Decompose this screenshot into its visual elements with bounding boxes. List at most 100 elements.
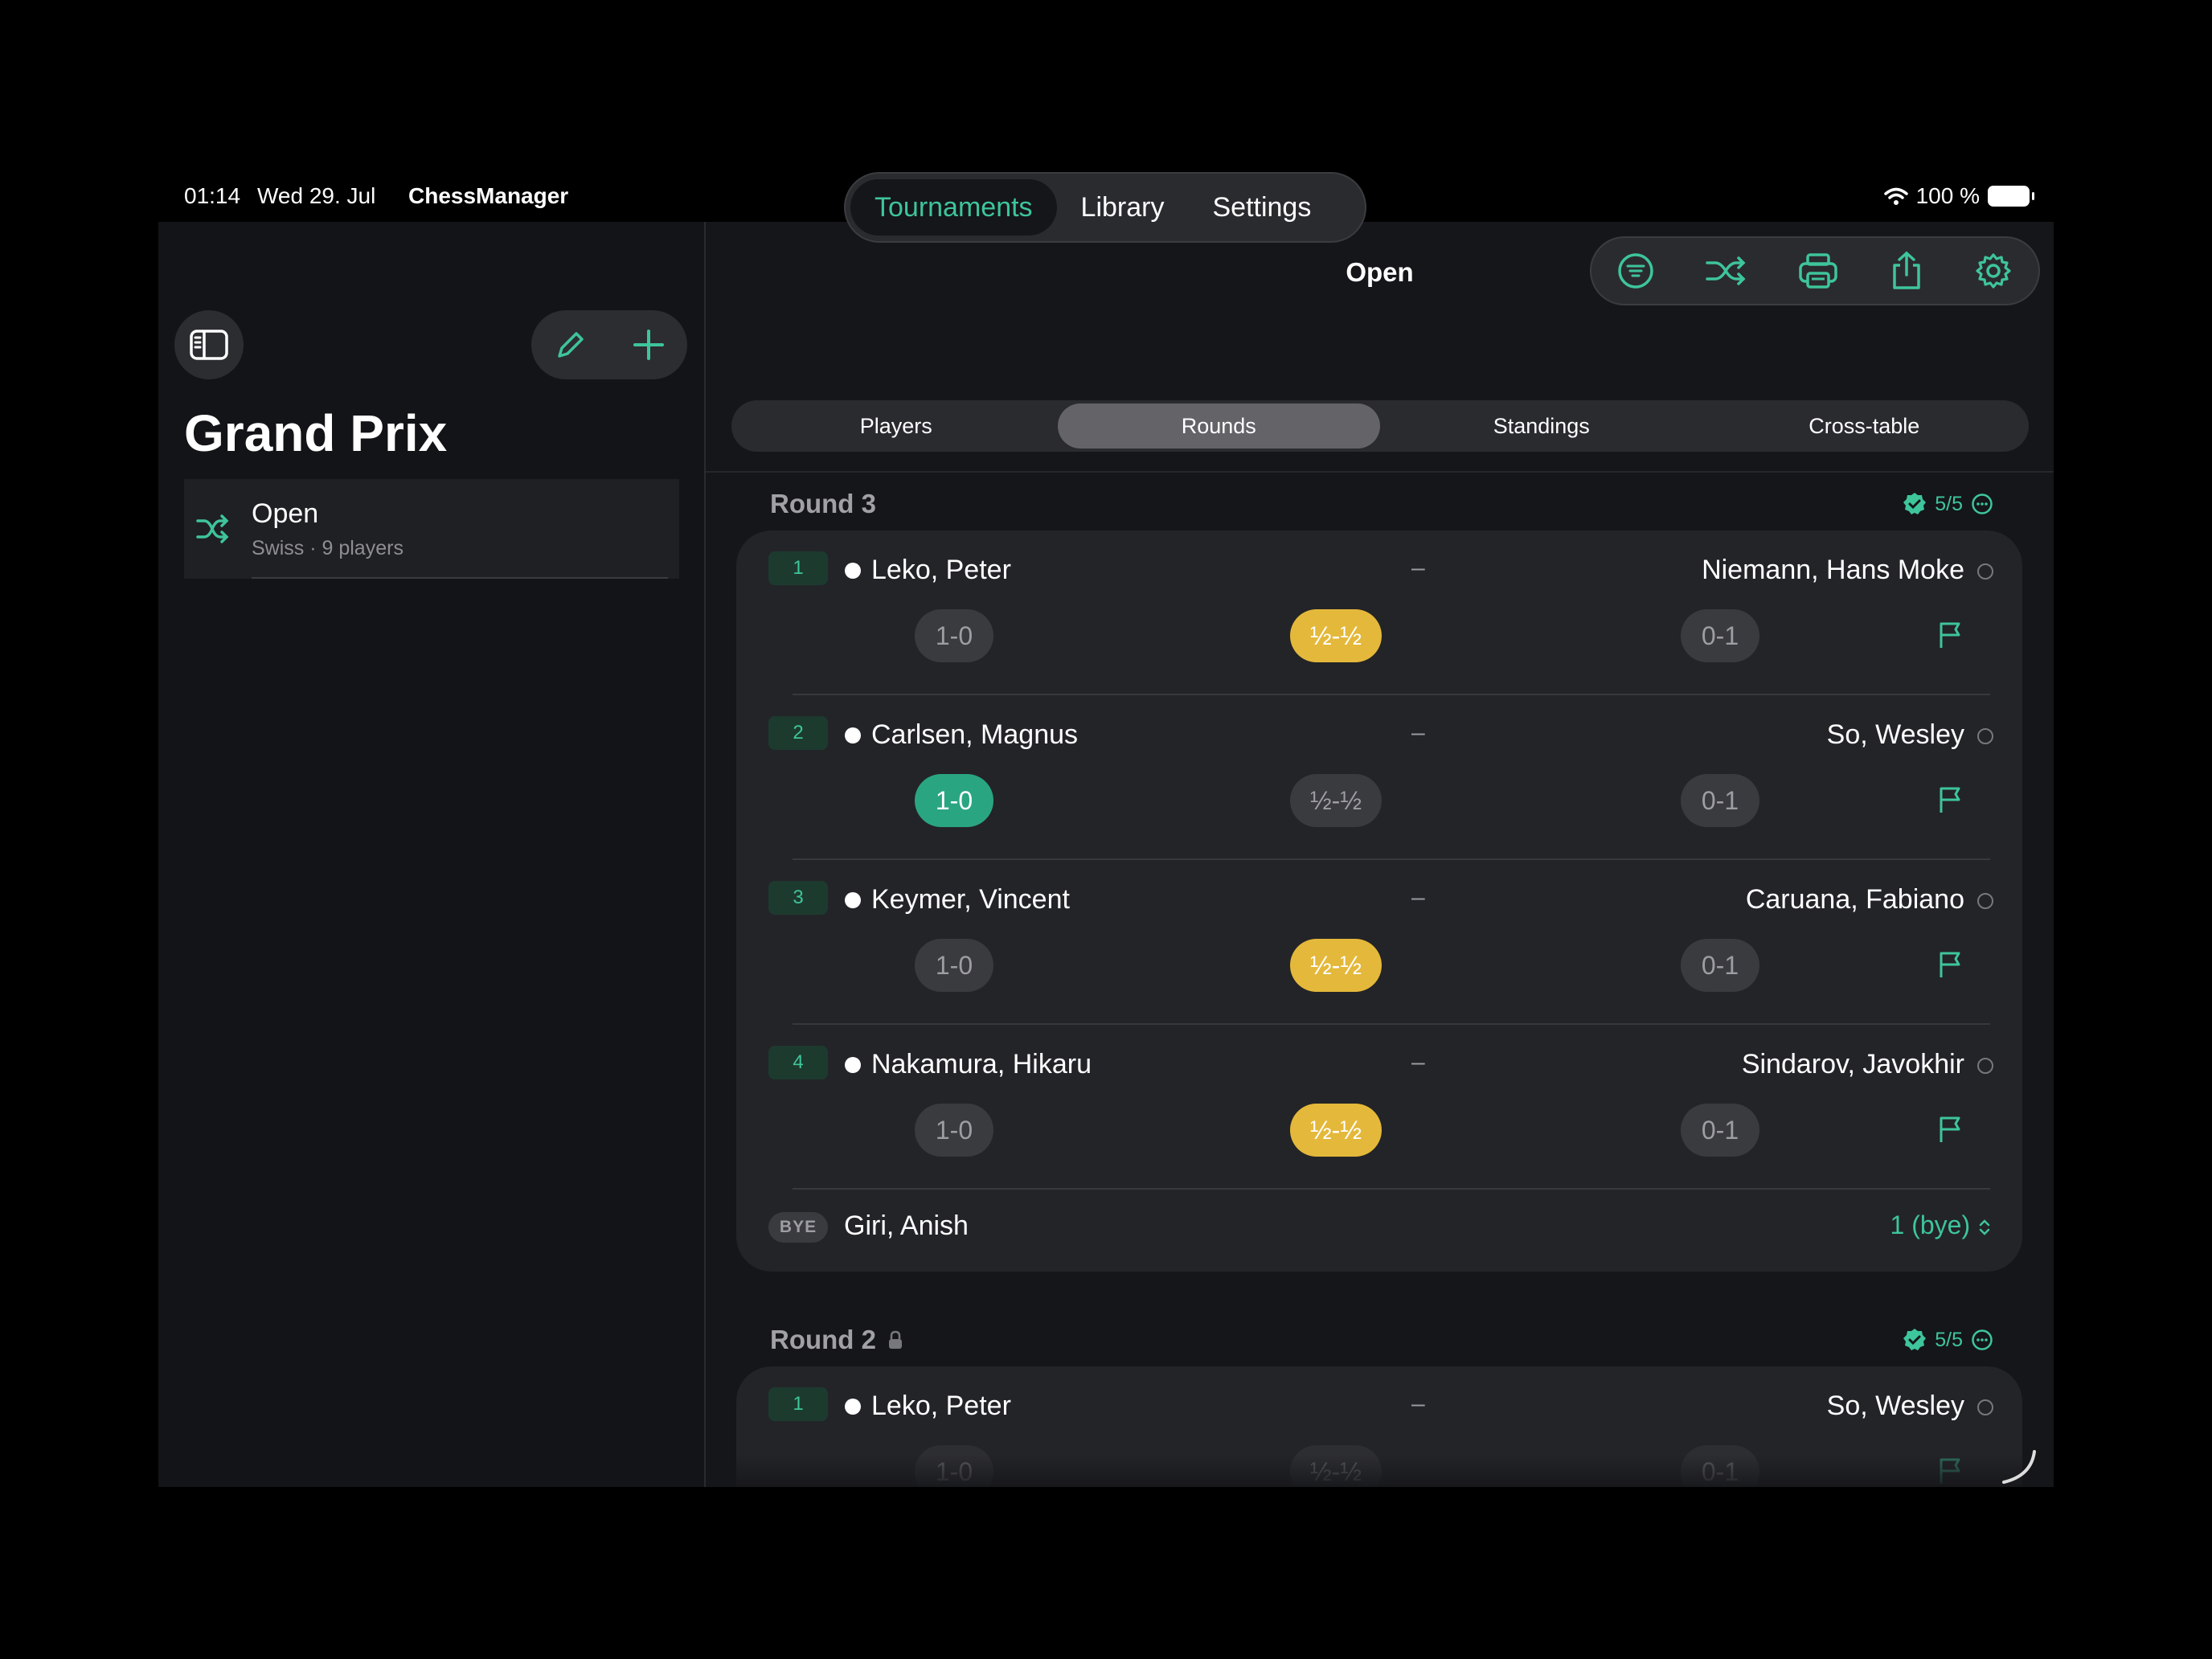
status-date: Wed 29. Jul [257,183,376,208]
share-icon[interactable] [1890,251,1923,291]
divider [252,577,668,579]
more-icon[interactable] [1971,1329,1993,1351]
black-player-name: So, Wesley [1826,1391,1964,1421]
board-number: 1 [768,551,828,585]
result-dash: – [1411,719,1425,746]
battery-icon [1988,186,2034,207]
white-piece-icon [845,1399,861,1415]
view-segmented-control: Players Rounds Standings Cross-table [731,400,2029,452]
white-player-name: Leko, Peter [871,1391,1011,1421]
round-title: Round 2 [770,1325,876,1354]
plus-icon[interactable] [633,329,665,361]
round-progress: 5/5 [1935,492,1963,515]
result-dash: – [1411,555,1425,581]
pencil-icon[interactable] [555,329,587,361]
round-status: 5/5 [1903,1328,1993,1352]
pairing-row: 2 Carlsen, Magnus – So, Wesley 1-0 ½-½ 0… [736,695,2022,860]
tab-settings[interactable]: Settings [1188,179,1335,236]
result-draw-button[interactable]: ½-½ [1290,774,1382,827]
print-icon[interactable] [1798,252,1838,289]
black-player-name: Caruana, Fabiano [1745,884,1964,915]
filter-icon[interactable] [1617,252,1654,289]
sidebar-item-subtitle: Swiss · 9 players [252,537,403,559]
bye-result-picker[interactable]: 1 (bye) [1890,1210,1992,1240]
round-header: Round 2 [770,1325,903,1355]
top-tabs: Tournaments Library Settings [844,172,1366,243]
status-indicators: 100 % [1883,183,2034,209]
black-player-name: Niemann, Hans Moke [1702,555,1964,585]
status-app-name: ChessManager [408,183,569,208]
result-white-wins-button[interactable]: 1-0 [915,774,993,827]
sidebar-toggle-button[interactable] [174,310,244,379]
tab-library[interactable]: Library [1057,179,1189,236]
pairing-row: 3 Keymer, Vincent – Caruana, Fabiano 1-0… [736,860,2022,1025]
white-piece-icon [845,727,861,743]
segment-rounds[interactable]: Rounds [1057,403,1380,449]
more-icon[interactable] [1971,493,1993,515]
pairing-row: 1 Leko, Peter – Niemann, Hans Moke 1-0 ½… [736,530,2022,695]
battery-percent: 100 % [1915,183,1980,208]
bye-player-name: Giri, Anish [844,1210,969,1241]
flag-icon[interactable] [1936,1115,1965,1144]
flag-icon[interactable] [1936,621,1965,649]
sidebar-item-title: Open [252,498,319,529]
lock-icon [888,1330,902,1349]
black-piece-icon [1977,1058,1993,1074]
result-dash: – [1411,884,1425,911]
board-number: 4 [768,1046,828,1079]
corner-indicator [2002,1450,2036,1484]
flag-icon[interactable] [1936,785,1965,814]
round-header: Round 3 [770,489,876,519]
pairing-row: 4 Nakamura, Hikaru – Sindarov, Javokhir … [736,1025,2022,1190]
board-number: 1 [768,1387,828,1421]
result-white-wins-button[interactable]: 1-0 [915,609,993,662]
white-piece-icon [845,1057,861,1073]
bye-badge: BYE [768,1212,828,1243]
white-piece-icon [845,563,861,579]
black-piece-icon [1977,563,1993,580]
white-player-name: Leko, Peter [871,555,1011,585]
result-white-wins-button[interactable]: 1-0 [915,939,993,992]
white-player-name: Carlsen, Magnus [871,719,1079,750]
segment-players[interactable]: Players [735,403,1058,449]
tab-tournaments[interactable]: Tournaments [850,179,1057,236]
toolbar [1590,236,2040,305]
black-player-name: So, Wesley [1826,719,1964,750]
round-progress: 5/5 [1935,1328,1963,1351]
main-pane: Tournaments Library Settings Open Player… [706,172,2054,1487]
round-card: 1 Leko, Peter – Niemann, Hans Moke 1-0 ½… [736,530,2022,1272]
segment-standings[interactable]: Standings [1380,403,1703,449]
wifi-icon [1883,187,1908,205]
sidebar: Grand Prix Open Swiss · 9 players [158,222,704,1487]
round-title: Round 3 [770,489,876,518]
device-screen: 01:14 Wed 29. Jul ChessManager 100 % Gra… [158,170,2054,1487]
sidebar-actions [531,310,687,379]
verified-check-icon [1903,493,1927,514]
scroll-fade [706,1455,2054,1487]
chevron-up-down-icon [1979,1219,1990,1235]
sidebar-item-open[interactable]: Open Swiss · 9 players [184,479,679,579]
result-dash: – [1411,1391,1425,1417]
round-status: 5/5 [1903,492,1993,516]
flag-icon[interactable] [1936,950,1965,979]
black-piece-icon [1977,1399,1993,1415]
result-black-wins-button[interactable]: 0-1 [1681,1104,1759,1157]
bye-result-value: 1 (bye) [1890,1210,1971,1239]
shuffle-icon[interactable] [1705,255,1747,287]
white-piece-icon [845,892,861,908]
result-black-wins-button[interactable]: 0-1 [1681,609,1759,662]
segment-cross-table[interactable]: Cross-table [1703,403,2026,449]
board-number: 3 [768,881,828,915]
result-black-wins-button[interactable]: 0-1 [1681,939,1759,992]
result-black-wins-button[interactable]: 0-1 [1681,774,1759,827]
gear-icon[interactable] [1974,252,2013,290]
result-draw-button[interactable]: ½-½ [1290,609,1382,662]
divider [706,471,2054,473]
status-time: 01:14 [184,183,241,208]
result-white-wins-button[interactable]: 1-0 [915,1104,993,1157]
black-player-name: Sindarov, Javokhir [1741,1049,1964,1079]
verified-check-icon [1903,1329,1927,1350]
result-draw-button[interactable]: ½-½ [1290,939,1382,992]
result-draw-button[interactable]: ½-½ [1290,1104,1382,1157]
black-piece-icon [1977,893,1993,909]
